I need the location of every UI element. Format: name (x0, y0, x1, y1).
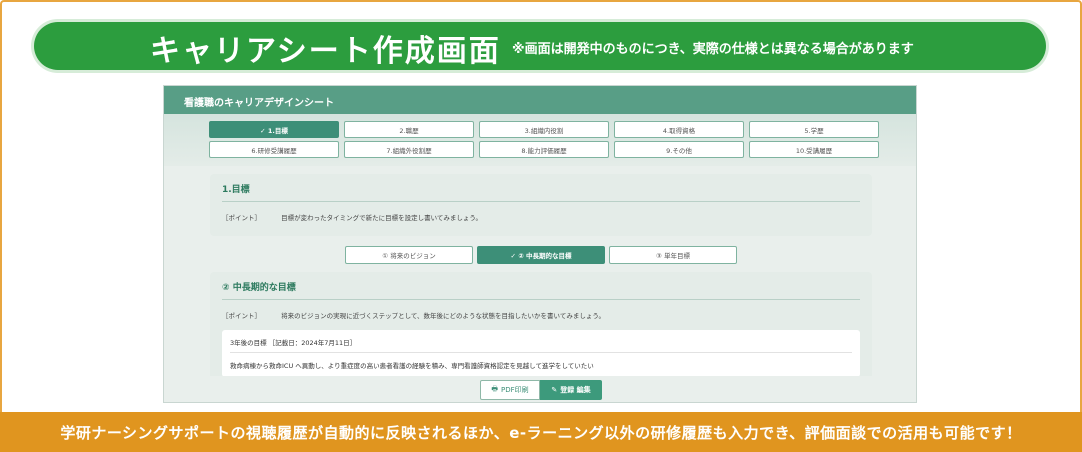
point-text: 目標が変わったタイミングで新たに目標を設定し書いてみましょう。 (281, 214, 482, 222)
footer-banner: 学研ナーシングサポートの視聴履歴が自動的に反映されるほか、e-ラーニング以外の研… (0, 412, 1082, 452)
printer-icon: 🖶 (491, 384, 498, 393)
tab-training-history[interactable]: 6.研修受講履歴 (209, 141, 339, 158)
tab-qualifications[interactable]: 4.取得資格 (614, 121, 744, 138)
pdf-print-label: PDF印刷 (500, 386, 529, 394)
goal-entry-head: 3年後の目標 ［記載日：2024年7月11日］ (230, 337, 852, 353)
subtab-annual-goal[interactable]: ③ 単年目標 (609, 246, 737, 264)
goal-card-title: 1.目標 (222, 182, 860, 202)
goal-entry[interactable]: 3年後の目標 ［記載日：2024年7月11日］ 救命病棟から救命ICU へ異動し… (222, 330, 860, 377)
edit-icon: ✎ (551, 386, 558, 394)
banner-title: キャリアシート作成画面 (150, 34, 501, 69)
goal-subtabs: ① 将来のビジョン ✓ ② 中長期的な目標 ③ 単年目標 (210, 246, 872, 264)
point-label: ［ポイント］ (222, 214, 261, 222)
mid-term-card-title: ② 中長期的な目標 (222, 280, 860, 300)
tab-row-1: ✓ 1.目標 2.職歴 3.組織内役割 4.取得資格 5.学歴 (209, 121, 916, 138)
tab-education[interactable]: 5.学歴 (749, 121, 879, 138)
tab-internal-role[interactable]: 3.組織内役割 (479, 121, 609, 138)
goal-card: 1.目標 ［ポイント］ 目標が変わったタイミングで新たに目標を設定し書いてみまし… (210, 174, 872, 236)
main-content: 1.目標 ［ポイント］ 目標が変わったタイミングで新たに目標を設定し書いてみまし… (210, 174, 872, 382)
subtab-mid-term-goal[interactable]: ✓ ② 中長期的な目標 (477, 246, 605, 264)
point-text: 将来のビジョンの実現に近づくステップとして、数年後にどのような状態を目指したいか… (281, 312, 605, 320)
save-edit-label: 登録 編集 (560, 386, 591, 394)
point-label: ［ポイント］ (222, 312, 261, 320)
tab-evaluation-history[interactable]: 8.能力評価履歴 (479, 141, 609, 158)
app-title: 看護職のキャリアデザインシート (164, 86, 916, 114)
goal-card-point: ［ポイント］ 目標が変わったタイミングで新たに目標を設定し書いてみましょう。 (222, 202, 860, 222)
pdf-print-button[interactable]: 🖶 PDF印刷 (480, 380, 540, 400)
tab-other[interactable]: 9.その他 (614, 141, 744, 158)
header-banner: キャリアシート作成画面 ※画面は開発中のものにつき、実際の仕様とは異なる場合があ… (34, 22, 1046, 70)
mid-term-card: ② 中長期的な目標 ［ポイント］ 将来のビジョンの実現に近づくステップとして、数… (210, 272, 872, 382)
tab-external-role[interactable]: 7.組織外役割歴 (344, 141, 474, 158)
section-tabs: ✓ 1.目標 2.職歴 3.組織内役割 4.取得資格 5.学歴 6.研修受講履歴… (164, 114, 916, 166)
subtab-future-vision[interactable]: ① 将来のビジョン (345, 246, 473, 264)
mid-term-card-point: ［ポイント］ 将来のビジョンの実現に近づくステップとして、数年後にどのような状態… (222, 300, 860, 320)
tab-work-history[interactable]: 2.職歴 (344, 121, 474, 138)
tab-goal[interactable]: ✓ 1.目標 (209, 121, 339, 138)
banner-note: ※画面は開発中のものにつき、実際の仕様とは異なる場合があります (512, 42, 914, 57)
save-edit-button[interactable]: ✎ 登録 編集 (540, 380, 602, 400)
goal-entry-text: 救命病棟から救命ICU へ異動し、より重症度の高い患者看護の経験を積み、専門看護… (230, 362, 594, 370)
app-window: 看護職のキャリアデザインシート ✓ 1.目標 2.職歴 3.組織内役割 4.取得… (163, 85, 917, 403)
tab-course-history[interactable]: 10.受講履歴 (749, 141, 879, 158)
action-bar: 🖶 PDF印刷 ✎ 登録 編集 (164, 376, 916, 402)
tab-row-2: 6.研修受講履歴 7.組織外役割歴 8.能力評価履歴 9.その他 10.受講履歴 (209, 141, 916, 158)
